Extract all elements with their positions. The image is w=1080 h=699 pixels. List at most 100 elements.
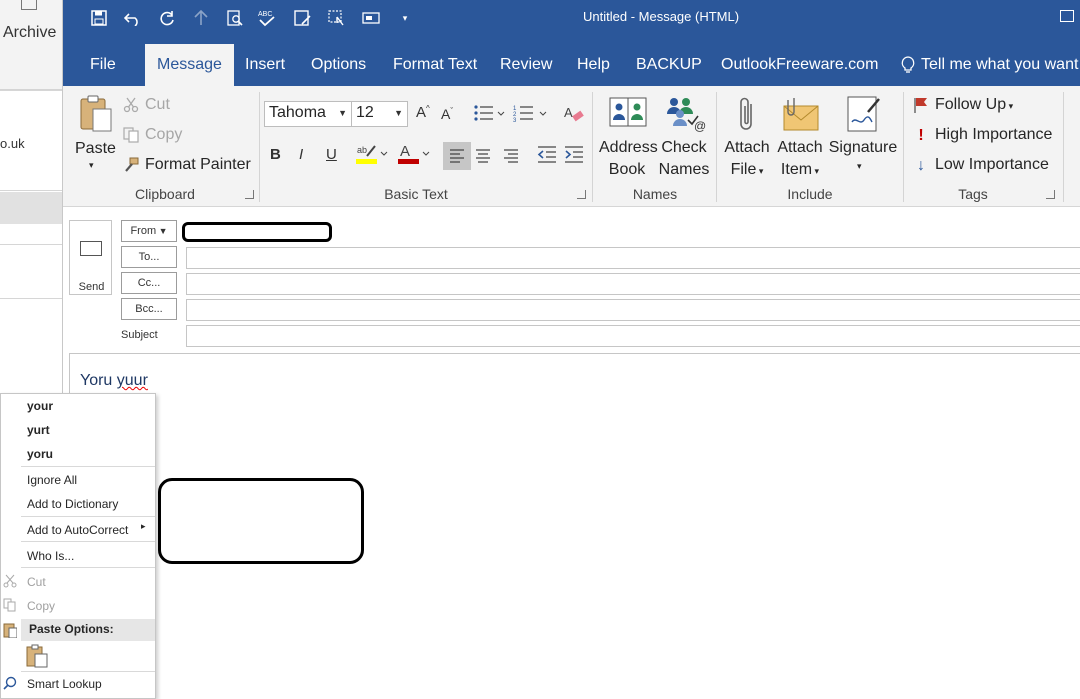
tab-insert[interactable]: Insert — [233, 44, 297, 86]
tab-file[interactable]: File — [78, 44, 128, 86]
lightbulb-icon — [901, 56, 915, 73]
follow-up-button[interactable]: Follow Up ▾ — [913, 96, 1013, 114]
menu-divider — [21, 516, 155, 517]
attach-item-icon[interactable] — [782, 94, 820, 139]
decrease-indent-icon[interactable] — [537, 146, 557, 168]
from-button[interactable]: From ▼ — [121, 220, 177, 242]
archive-label: Archive — [3, 24, 57, 41]
copy-button[interactable]: Copy — [123, 126, 182, 144]
add-to-autocorrect-item[interactable]: Add to AutoCorrect — [27, 523, 128, 537]
check-names-label-2[interactable]: Names — [656, 161, 712, 179]
attach-item-label-2: Item — [780, 161, 813, 178]
tab-options[interactable]: Options — [299, 44, 378, 86]
signature-dropdown-icon[interactable]: ▾ — [857, 161, 862, 172]
address-book-label-1[interactable]: Address — [599, 139, 658, 157]
font-size-select[interactable]: 12 ▼ — [351, 101, 408, 127]
bold-button[interactable]: B — [270, 146, 281, 163]
check-names-label-1[interactable]: Check — [656, 139, 712, 157]
check-names-icon[interactable]: @ — [664, 94, 706, 137]
attach-file-button[interactable]: File ▾ — [719, 161, 775, 179]
suggestion-item[interactable]: your — [27, 399, 53, 413]
archive-button[interactable]: Archive — [0, 0, 62, 90]
suggestion-item[interactable]: yoru — [27, 447, 53, 461]
signature-label[interactable]: Signature — [827, 139, 899, 157]
send-button[interactable]: Send — [69, 220, 112, 295]
paste-icon — [80, 95, 112, 132]
attach-file-label-2: File — [730, 161, 757, 178]
from-label: From — [130, 225, 157, 237]
attach-file-label-1[interactable]: Attach — [719, 139, 775, 157]
shrink-font-icon[interactable]: Aˇ — [441, 106, 453, 122]
body-text: Yoru yuur — [80, 372, 148, 390]
paperclip-icon[interactable] — [737, 94, 757, 139]
spelling-icon[interactable]: ABC — [257, 8, 277, 28]
tab-message[interactable]: Message — [145, 44, 234, 86]
bcc-button[interactable]: Bcc... — [121, 298, 177, 320]
numbering-icon[interactable]: 123 — [513, 104, 549, 126]
attach-item-button[interactable]: Item ▾ — [772, 161, 828, 179]
misspelled-word[interactable]: yuur — [117, 372, 148, 389]
add-to-dictionary-item[interactable]: Add to Dictionary — [27, 497, 118, 511]
align-left-icon[interactable] — [443, 142, 471, 170]
to-button[interactable]: To... — [121, 246, 177, 268]
follow-up-label: Follow Up — [935, 96, 1007, 113]
cut-item[interactable]: Cut — [27, 575, 46, 589]
grow-font-icon[interactable]: A^ — [416, 104, 430, 121]
suggestion-item[interactable]: yurt — [27, 423, 50, 437]
tab-format-text[interactable]: Format Text — [381, 44, 489, 86]
tab-review[interactable]: Review — [488, 44, 564, 86]
paste-keep-formatting-icon[interactable] — [25, 644, 49, 673]
redo-icon[interactable] — [157, 8, 177, 28]
to-field[interactable] — [186, 247, 1080, 269]
tell-me-search[interactable]: Tell me what you want — [889, 44, 1080, 86]
cc-field[interactable] — [186, 273, 1080, 295]
form-icon[interactable] — [361, 8, 381, 28]
smart-lookup-item[interactable]: Smart Lookup — [27, 677, 102, 691]
subject-label: Subject — [121, 329, 158, 341]
tab-outlookfreeware[interactable]: OutlookFreeware.com — [709, 44, 890, 86]
tags-launcher-icon[interactable] — [1046, 190, 1055, 199]
italic-button[interactable]: I — [299, 146, 303, 163]
tab-help[interactable]: Help — [565, 44, 622, 86]
select-icon[interactable] — [327, 8, 347, 28]
underline-button[interactable]: U — [326, 146, 337, 163]
save-icon[interactable] — [89, 8, 109, 28]
customize-qat-icon[interactable]: ▾ — [395, 8, 415, 28]
highlight-color-icon[interactable]: ab — [355, 142, 389, 170]
cc-button[interactable]: Cc... — [121, 272, 177, 294]
paste-label[interactable]: Paste — [75, 140, 116, 158]
up-arrow-icon[interactable] — [191, 8, 211, 28]
copy-item[interactable]: Copy — [27, 599, 55, 613]
bcc-field[interactable] — [186, 299, 1080, 321]
align-right-icon[interactable] — [503, 149, 519, 167]
who-is-item[interactable]: Who Is... — [27, 549, 74, 563]
address-book-icon[interactable] — [608, 94, 648, 135]
bullets-icon[interactable] — [473, 104, 505, 126]
high-importance-button[interactable]: ! High Importance — [913, 126, 1052, 144]
spelling-context-menu: your yurt yoru Ignore All Add to Diction… — [0, 393, 156, 699]
print-preview-icon[interactable] — [225, 8, 245, 28]
tab-backup[interactable]: BACKUP — [624, 44, 714, 86]
font-color-icon[interactable]: A — [397, 142, 431, 170]
basic-text-launcher-icon[interactable] — [577, 190, 586, 199]
subject-field[interactable] — [186, 325, 1080, 347]
low-importance-button[interactable]: ↓ Low Importance — [913, 156, 1049, 174]
save-as-icon[interactable] — [293, 8, 313, 28]
format-painter-button[interactable]: Format Painter — [123, 156, 251, 174]
signature-icon[interactable] — [846, 94, 882, 139]
attach-item-label-1[interactable]: Attach — [772, 139, 828, 157]
increase-indent-icon[interactable] — [564, 146, 584, 168]
cut-button[interactable]: Cut — [123, 96, 170, 114]
font-name-select[interactable]: Tahoma ▼ — [264, 101, 352, 127]
ignore-all-item[interactable]: Ignore All — [27, 473, 77, 487]
paste-button[interactable] — [79, 94, 113, 139]
paste-dropdown-icon[interactable]: ▾ — [89, 160, 94, 171]
clear-formatting-icon[interactable]: A — [563, 104, 585, 128]
address-book-label-2[interactable]: Book — [599, 161, 655, 179]
low-importance-label: Low Importance — [935, 156, 1049, 173]
clipboard-launcher-icon[interactable] — [245, 190, 254, 199]
undo-icon[interactable] — [123, 8, 143, 28]
from-field-redacted[interactable] — [182, 222, 332, 242]
restore-ribbon-icon[interactable] — [1060, 10, 1074, 22]
align-center-icon[interactable] — [475, 149, 491, 167]
